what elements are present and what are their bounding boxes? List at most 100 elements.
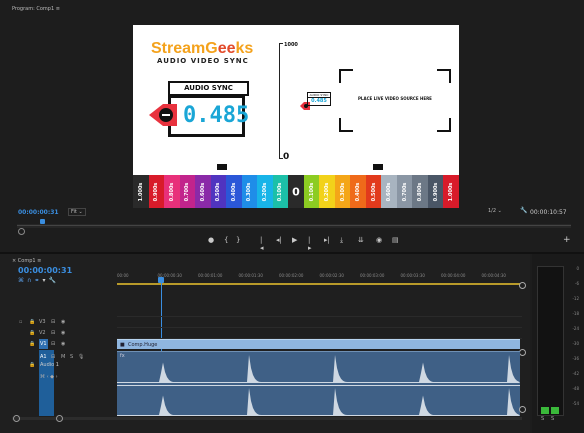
scale-label: 0.500s	[370, 182, 377, 201]
out-point-icon[interactable]: }	[236, 236, 240, 244]
vu-scale-label: -36	[572, 356, 579, 361]
time-ruler[interactable]: 00:00 00:00:00:30 00:00:01:00 00:00:01:30 00…	[117, 273, 522, 281]
scale-label: 1.000s	[448, 182, 455, 201]
scale-cell: 0.600s	[195, 175, 211, 208]
scale-label: 0.800s	[417, 182, 424, 201]
export-frame-icon[interactable]: ◉	[376, 236, 382, 244]
scale-label: 0.700s	[184, 182, 191, 201]
vu-scale-label: -30	[572, 341, 579, 346]
resolution-dropdown[interactable]: 1/2 ⌄	[488, 208, 502, 214]
vu-scale-label: -48	[572, 386, 579, 391]
work-area-bar[interactable]	[117, 283, 522, 285]
wrench-icon[interactable]: 🔧	[48, 277, 58, 284]
ruler-label: 00:00:03:30	[400, 273, 425, 278]
solo-right-button[interactable]: S	[551, 416, 554, 422]
monitor-zoom-handle[interactable]	[18, 228, 25, 235]
video-clip-label: Comp.Huge	[128, 342, 158, 348]
audio-clip[interactable]: fx	[117, 351, 520, 416]
lock-icon[interactable]: 🔒	[29, 341, 35, 347]
scale-label: 0.200s	[261, 182, 268, 201]
sync-lock-icon[interactable]: ⊟	[51, 341, 55, 347]
audio-meter-panel: 0 -6 -12 -18 -24 -30 -36 -42 -48 -54 S S	[532, 254, 584, 433]
scroll-handle-left[interactable]	[13, 415, 20, 422]
program-monitor-title[interactable]: Program: Comp1 ≡	[12, 6, 60, 12]
timeline-scrollbar[interactable]	[12, 417, 522, 420]
vu-scale-label: 0	[576, 266, 579, 271]
placeholder-corner-bl	[339, 118, 353, 132]
monitor-playhead[interactable]	[40, 219, 45, 224]
ruler-label: 00:00:03:00	[360, 273, 385, 278]
lock-icon[interactable]: 🔒	[29, 362, 35, 368]
scale-label: 0.200s	[324, 182, 331, 201]
vu-scale-label: -24	[572, 326, 579, 331]
overwrite-icon[interactable]: ⇊	[358, 236, 364, 244]
sync-scale-strip: 1.000s 0.900s 0.800s 0.700s 0.600s 0.500s 0.40…	[133, 175, 459, 208]
step-back-icon[interactable]: ◂|	[276, 236, 282, 244]
fit-dropdown[interactable]: Fit ⌄	[68, 208, 86, 216]
program-timecode[interactable]: 00:00:00:31	[18, 209, 59, 216]
scale-cell: 0.400s	[226, 175, 242, 208]
logo-subtitle: AUDIO VIDEO SYNC	[157, 57, 249, 65]
scale-label: 0.100s	[308, 182, 315, 201]
sync-block-left	[217, 164, 227, 170]
eye-icon[interactable]: ◉	[61, 341, 65, 347]
track-id-a1: A1	[40, 354, 47, 360]
marker-icon[interactable]: ●	[208, 236, 214, 244]
hamburger-icon[interactable]: ≡	[56, 6, 60, 12]
toggle-target-icon[interactable]: ▫	[19, 319, 22, 325]
track-header-v3: ▫ 🔒 V3 ⊟ ◉	[17, 317, 115, 327]
video-clip[interactable]: ■ Comp.Huge	[117, 339, 520, 349]
play-icon[interactable]: ▶	[292, 236, 297, 244]
nest-icon[interactable]: ⌘	[18, 277, 27, 284]
scale-cell: 0.500s	[210, 175, 227, 208]
timeline-tools: ⌘∩⚭▾🔧	[18, 277, 59, 284]
in-point-icon[interactable]: {	[224, 236, 228, 244]
sequence-timecode[interactable]: 00:00:00:31	[18, 266, 72, 275]
scale-cell: 0.400s	[350, 175, 366, 208]
mute-button[interactable]: M	[61, 354, 65, 360]
scale-label: 0.300s	[339, 182, 346, 201]
sync-lock-icon[interactable]: ⊟	[51, 354, 55, 360]
button-editor-icon[interactable]: ▤	[392, 236, 399, 244]
track-header-a1: 🔒 A1 ⊟ M S 🎙 Audio 1 ⌘ ‹ ◆ ›	[17, 352, 115, 382]
solo-left-button[interactable]: S	[541, 416, 544, 422]
lock-icon[interactable]: 🔒	[29, 330, 35, 336]
channel-divider	[117, 385, 520, 386]
ruler-label: 00:00:04:30	[481, 273, 506, 278]
vu-scale-label: -42	[572, 371, 579, 376]
monitor-timebar[interactable]	[17, 224, 571, 228]
lock-icon[interactable]: 🔒	[29, 319, 35, 325]
ruler-label: 00:00	[117, 273, 129, 278]
placeholder-text: PLACE LIVE VIDEO SOURCE HERE	[358, 96, 432, 101]
keyframe-controls[interactable]: ⌘ ‹ ◆ ›	[40, 374, 58, 380]
audio-meter-bars	[537, 266, 564, 416]
wrench-icon[interactable]: 🔧	[520, 207, 527, 214]
scale-label: 0.400s	[230, 182, 237, 201]
chevron-down-icon: ⌄	[78, 209, 83, 215]
insert-icon[interactable]: ⤓	[340, 236, 343, 245]
track-name-a1: Audio 1	[40, 362, 59, 368]
scale-cell: 0.200s	[319, 175, 335, 208]
eye-icon[interactable]: ◉	[61, 330, 65, 336]
scale-cell: 1.000s	[133, 175, 149, 208]
sync-lock-icon[interactable]: ⊟	[51, 319, 55, 325]
waveform-channel	[117, 388, 520, 416]
sync-lock-icon[interactable]: ⊟	[51, 330, 55, 336]
scale-cell: 0.300s	[241, 175, 258, 208]
scale-cell: 0.600s	[381, 175, 397, 208]
scale-cell: 0.200s	[257, 175, 273, 208]
vu-scale-label: -12	[572, 296, 579, 301]
sequence-tab[interactable]: × Comp1 ≡	[12, 258, 41, 264]
scale-cell: 0.900s	[427, 175, 444, 208]
go-to-in-icon[interactable]: |◂	[260, 236, 264, 252]
add-button[interactable]: +	[563, 235, 571, 245]
scroll-handle-right[interactable]	[56, 415, 63, 422]
go-to-out-icon[interactable]: ▸|	[324, 236, 330, 244]
scale-label: 0.400s	[355, 182, 362, 201]
eye-icon[interactable]: ◉	[61, 319, 65, 325]
solo-button[interactable]: S	[70, 354, 73, 360]
microphone-icon[interactable]: 🎙	[78, 354, 84, 360]
step-forward-icon[interactable]: |▸	[308, 236, 312, 252]
sync-pointer-icon	[149, 104, 177, 126]
ruler-label: 00:00:01:30	[238, 273, 263, 278]
